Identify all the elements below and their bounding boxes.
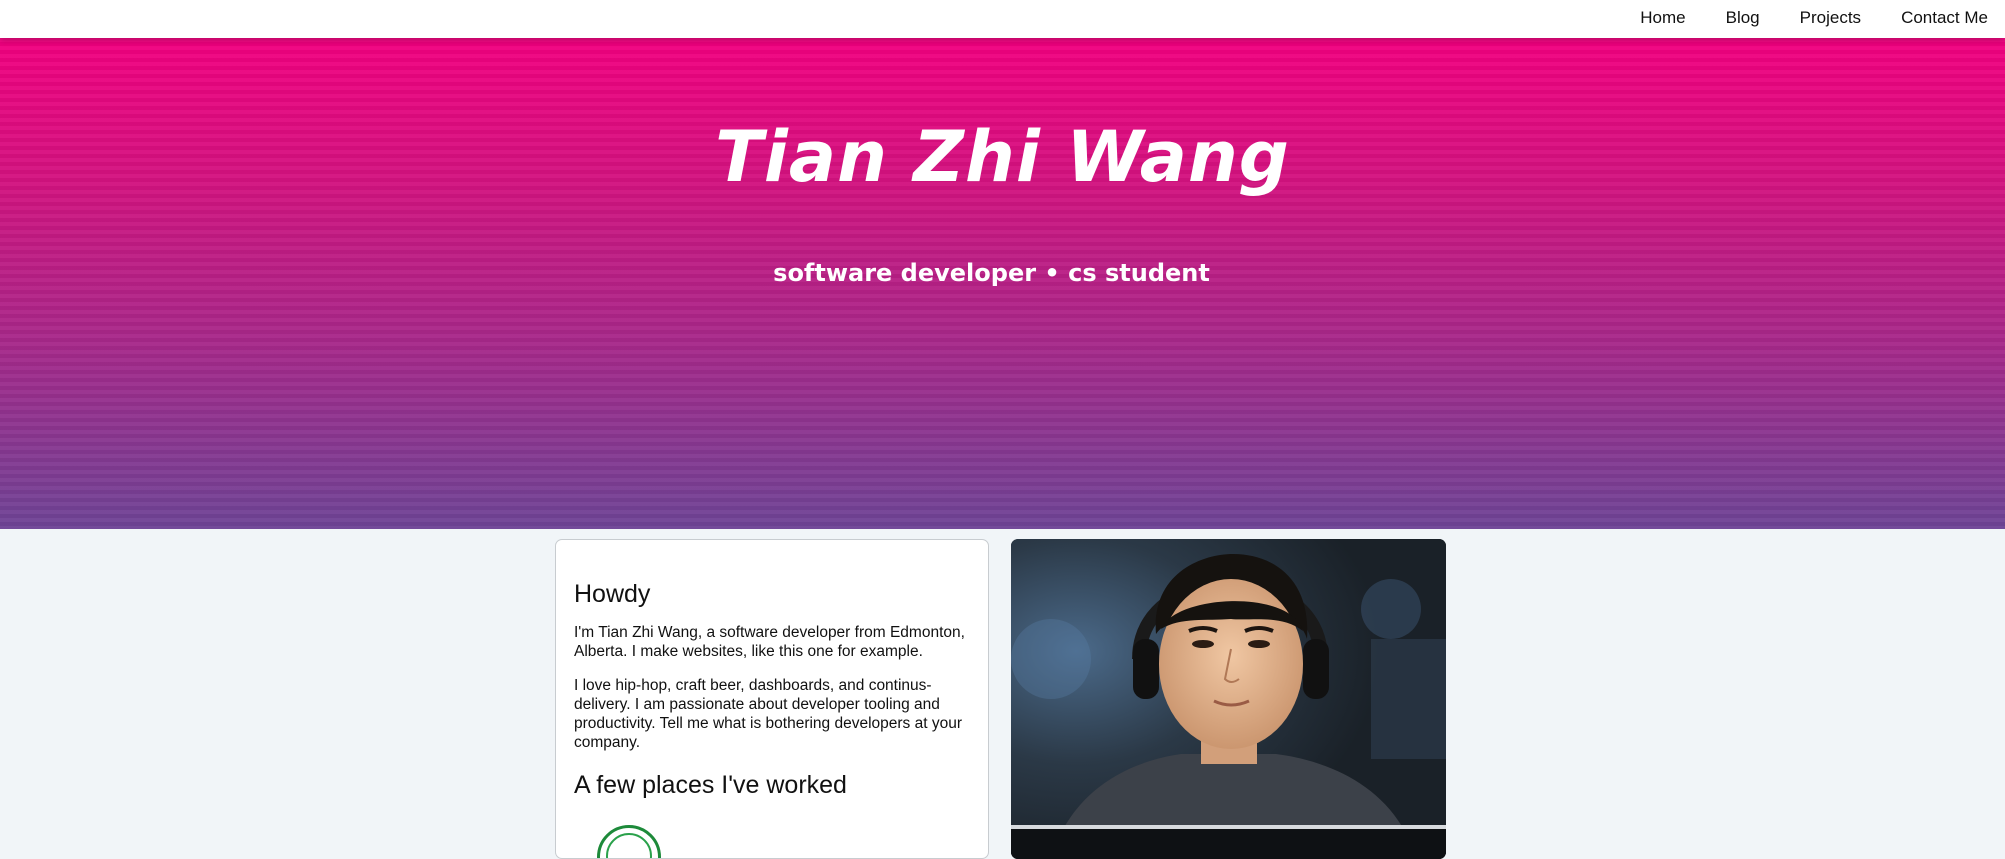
hero-title: Tian Zhi Wang xyxy=(715,116,1290,198)
work-heading: A few places I've worked xyxy=(574,771,847,799)
nav-projects-link[interactable]: Projects xyxy=(1800,8,1861,28)
portrait-photo xyxy=(1011,539,1446,859)
nav-home-link[interactable]: Home xyxy=(1640,8,1685,28)
hero-banner: Tian Zhi Wang software developer • cs st… xyxy=(0,38,2005,529)
company-logo-icon[interactable] xyxy=(597,825,661,858)
hero-subtitle: software developer • cs student xyxy=(773,259,1210,287)
nav-contact-link[interactable]: Contact Me xyxy=(1901,8,1988,28)
nav-blog-link[interactable]: Blog xyxy=(1726,8,1760,28)
company-logo-inner-ring xyxy=(606,833,652,858)
intro-paragraph-1: I'm Tian Zhi Wang, a software developer … xyxy=(574,624,965,660)
top-navbar: Home Blog Projects Contact Me xyxy=(0,0,2005,38)
intro-paragraph-2: I love hip-hop, craft beer, dashboards, … xyxy=(574,677,962,751)
intro-heading: Howdy xyxy=(574,580,651,608)
intro-card: Howdy I'm Tian Zhi Wang, a software deve… xyxy=(555,539,989,859)
nav-links: Home Blog Projects Contact Me xyxy=(1600,0,1988,35)
portrait-illustration xyxy=(1011,539,1446,859)
